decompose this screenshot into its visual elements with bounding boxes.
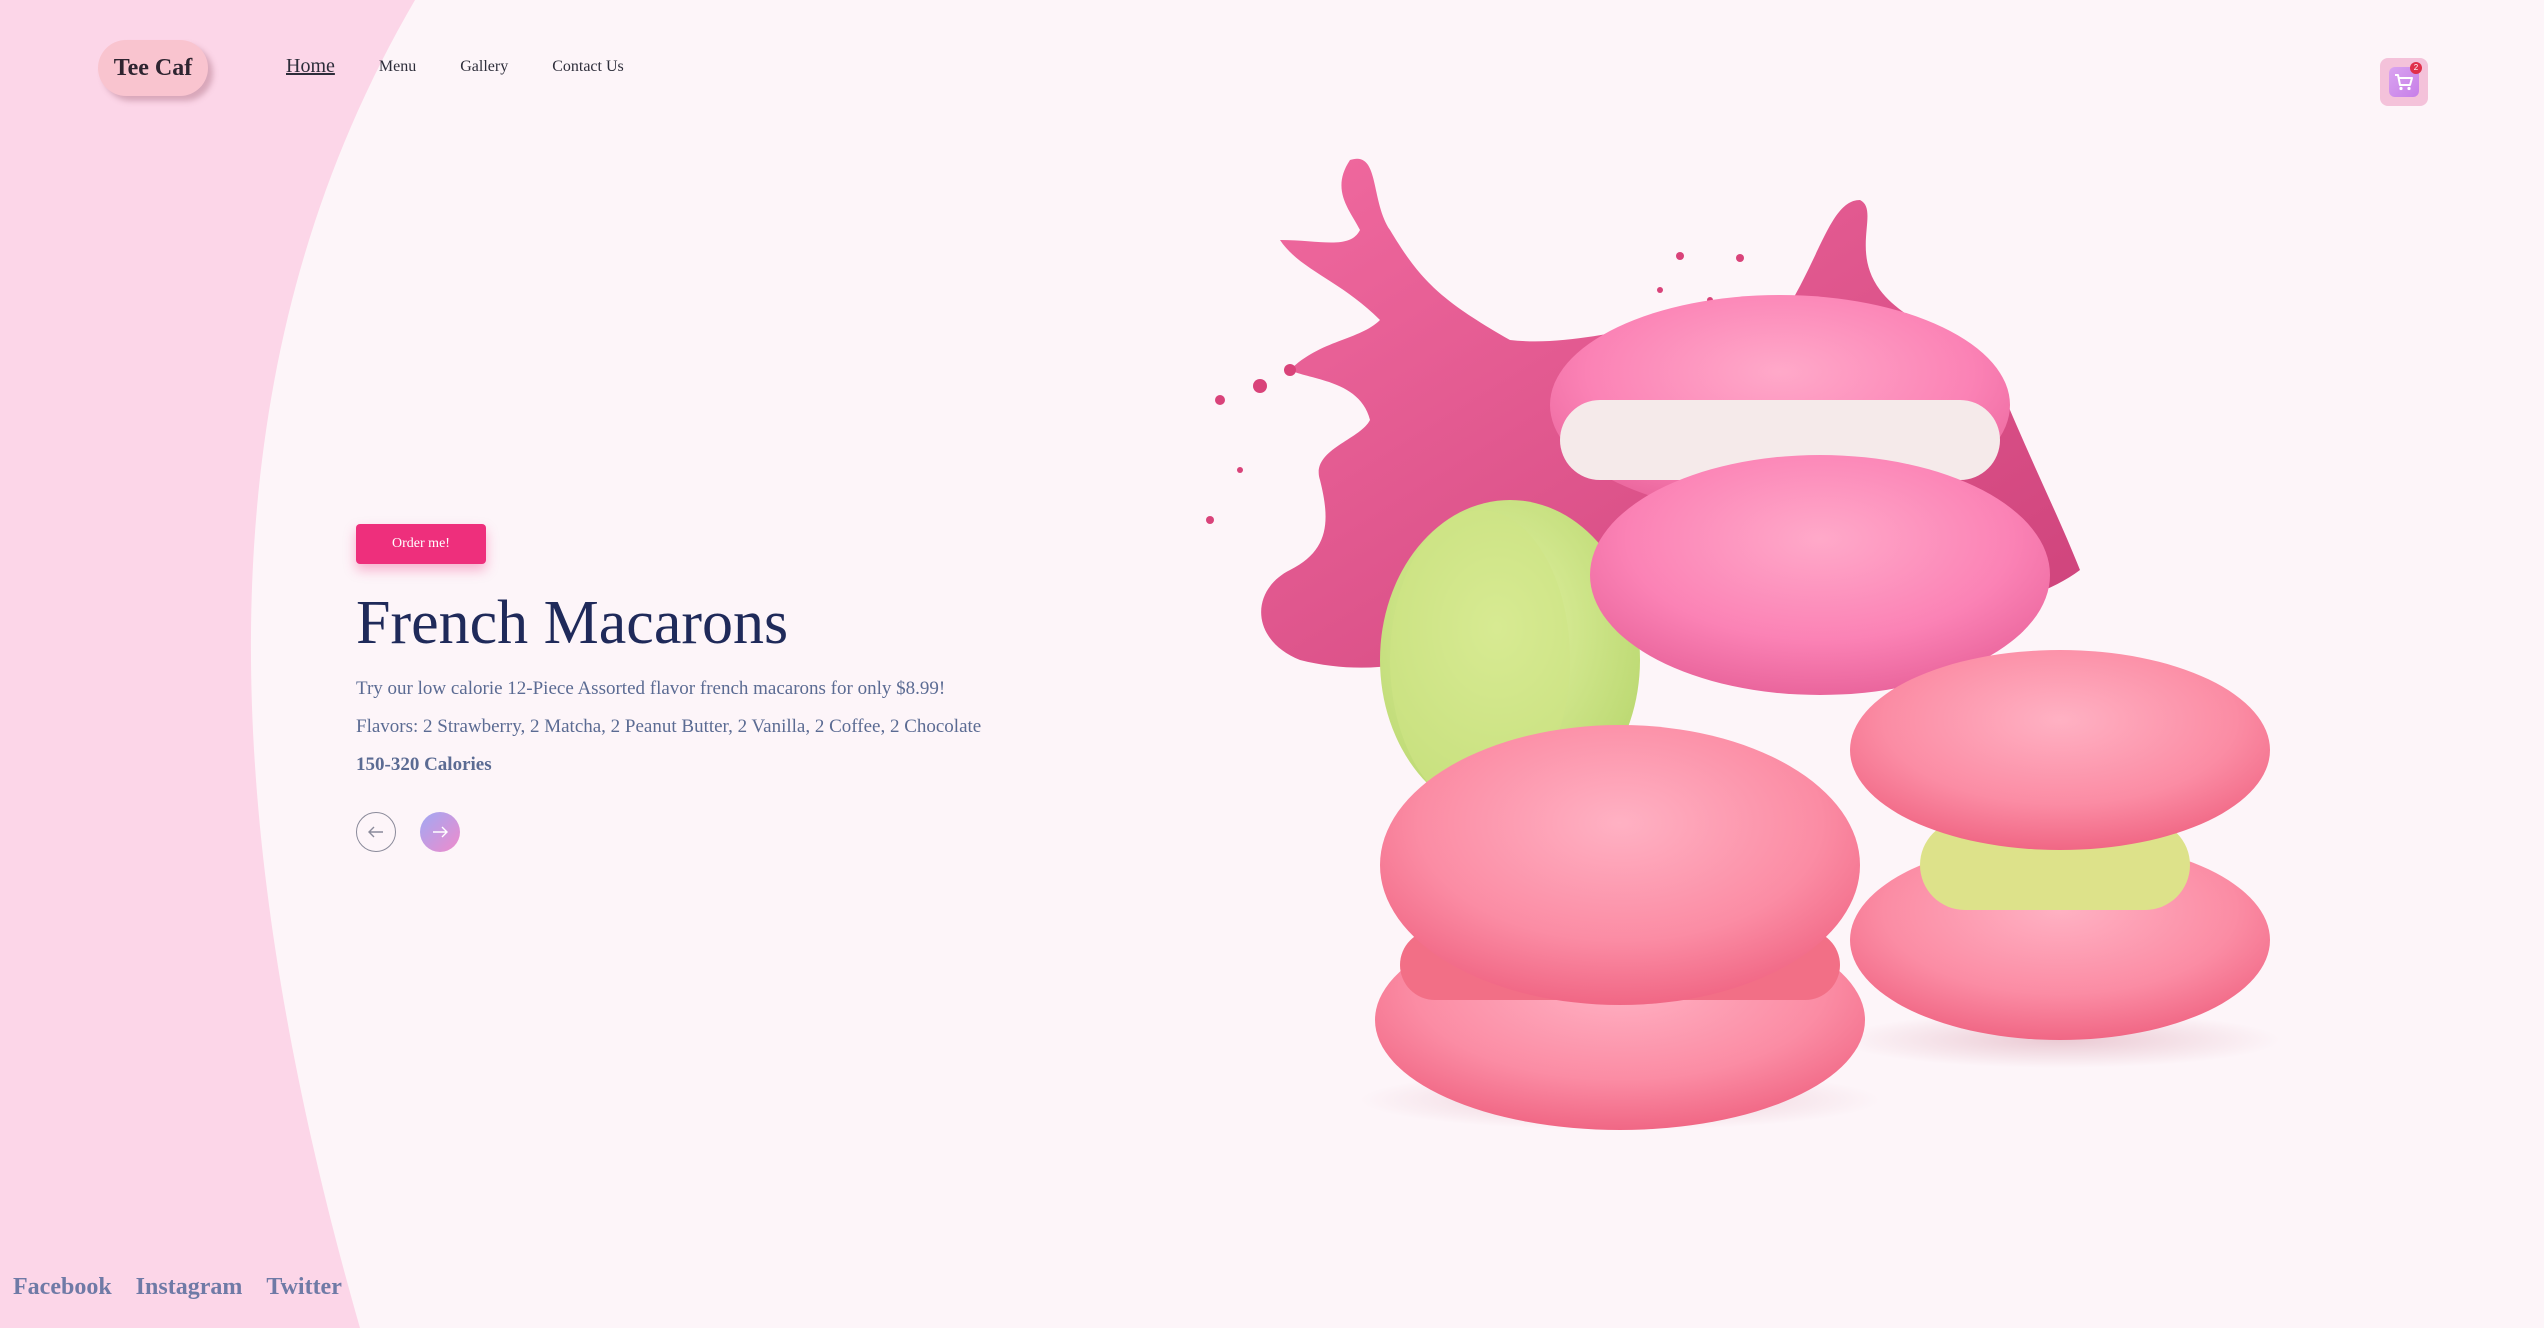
page: Tee Caf Home Menu Gallery Contact Us 2 O…	[0, 0, 2544, 1328]
arrow-right-icon	[433, 826, 448, 838]
logo[interactable]: Tee Caf	[98, 40, 208, 96]
logo-text: Tee Caf	[113, 54, 193, 81]
social-instagram[interactable]: Instagram	[136, 1274, 243, 1301]
hero-flavors: Flavors: 2 Strawberry, 2 Matcha, 2 Peanu…	[356, 716, 982, 738]
macarons-image	[1206, 158, 2280, 1130]
nav-contact-us[interactable]: Contact Us	[552, 58, 624, 78]
nav-menu[interactable]: Menu	[379, 58, 416, 78]
next-slide-button[interactable]	[420, 812, 460, 853]
slider-controls	[356, 812, 981, 853]
order-button[interactable]: Order me!	[356, 524, 486, 564]
social-twitter[interactable]: Twitter	[266, 1274, 342, 1301]
nav-home[interactable]: Home	[286, 55, 335, 78]
social-facebook[interactable]: Facebook	[13, 1274, 112, 1301]
prev-slide-button[interactable]	[356, 812, 396, 853]
hero-section: Order me! French Macarons Try our low ca…	[356, 524, 982, 853]
main-nav: Home Menu Gallery Contact Us	[286, 55, 668, 78]
cart-badge: 2	[2410, 62, 2422, 74]
hero-description: Try our low calorie 12-Piece Assorted fl…	[356, 678, 946, 700]
cart-button[interactable]: 2	[2380, 58, 2428, 106]
hero-calories: 150-320 Calories	[356, 754, 492, 776]
arrow-left-icon	[368, 826, 383, 838]
social-links: Facebook Instagram Twitter	[13, 1274, 342, 1301]
nav-gallery[interactable]: Gallery	[460, 58, 508, 78]
hero-title: French Macarons	[356, 589, 789, 657]
